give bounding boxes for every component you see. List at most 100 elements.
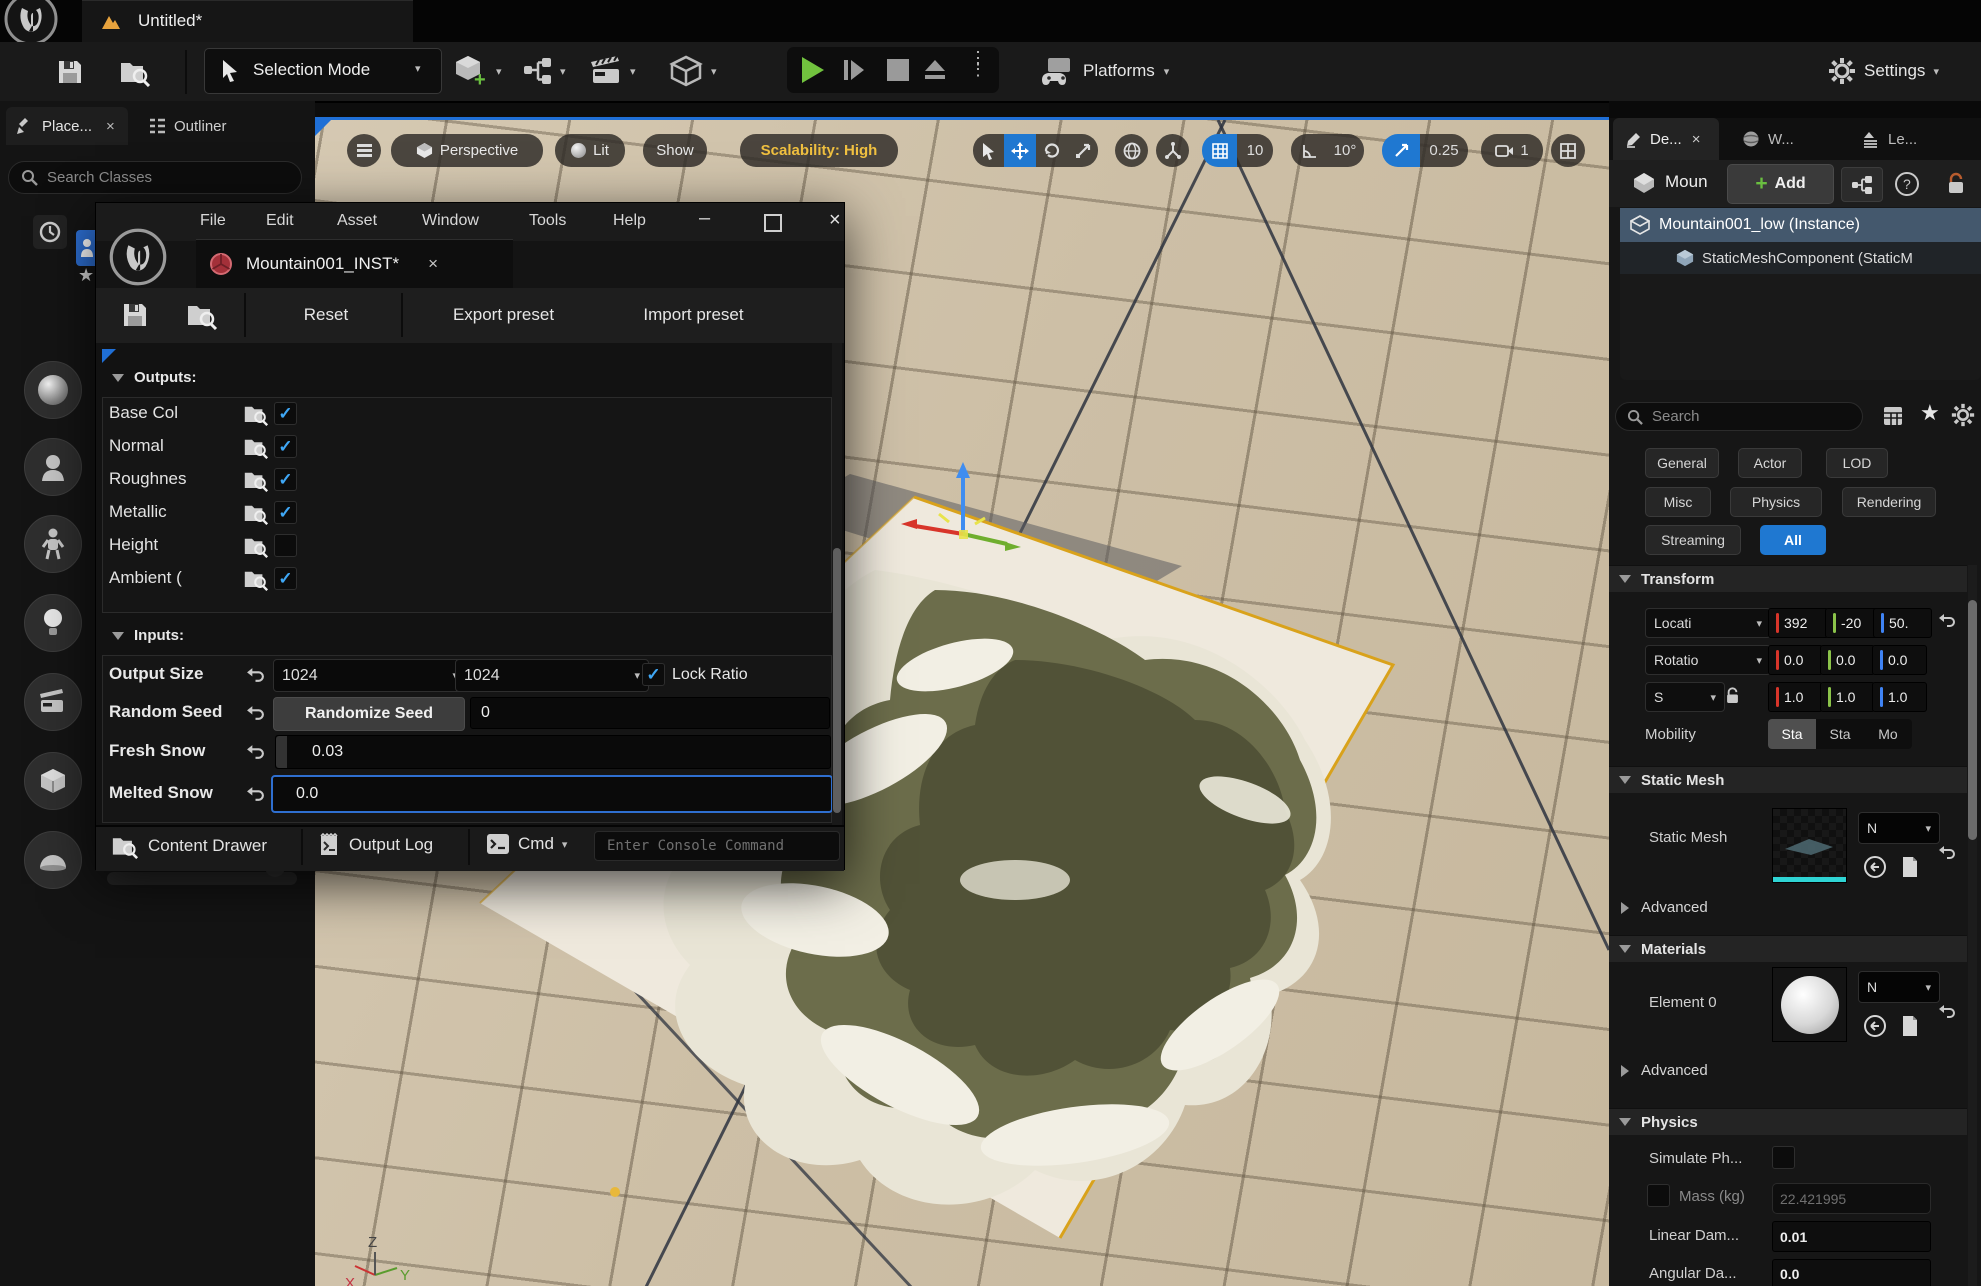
reset-button[interactable]: Reset (256, 293, 396, 337)
minimize-icon[interactable]: – (699, 207, 710, 230)
category-volumes-icon[interactable] (24, 831, 82, 889)
filter-lod[interactable]: LOD (1826, 448, 1888, 478)
mass-override-checkbox[interactable] (1647, 1184, 1670, 1207)
scale-z-field[interactable]: 1.0 (1872, 682, 1927, 712)
reset-static-mesh-icon[interactable] (1935, 841, 1959, 865)
save-button[interactable] (52, 54, 88, 90)
transform-section-header[interactable]: Transform (1609, 565, 1967, 592)
folder-search-icon[interactable] (242, 401, 270, 427)
console-command-input[interactable]: Enter Console Command (594, 831, 840, 861)
tab-details[interactable]: De... × (1613, 118, 1719, 160)
source-control-browse-button[interactable] (115, 54, 155, 90)
location-y-field[interactable]: -20 (1825, 608, 1878, 638)
menu-tools[interactable]: Tools (529, 212, 566, 230)
menu-asset[interactable]: Asset (337, 212, 377, 230)
static-mesh-section-header[interactable]: Static Mesh (1609, 766, 1967, 793)
material-asset-dropdown[interactable]: N▾ (1858, 971, 1940, 1003)
viewport-options-menu[interactable] (347, 134, 381, 167)
mobility-movable-button[interactable]: Mo (1864, 719, 1912, 749)
folder-search-icon[interactable] (242, 434, 270, 460)
platforms-dropdown[interactable]: Platforms ▾ (1040, 52, 1190, 90)
slider-handle[interactable] (276, 736, 287, 768)
fresh-snow-field[interactable]: 0.03 (275, 735, 831, 769)
blueprints-dropdown[interactable]: ▾ (522, 52, 586, 90)
static-mesh-advanced-toggle[interactable]: Advanced (1621, 899, 1708, 916)
tool-save-button[interactable] (116, 297, 154, 333)
stop-button[interactable] (885, 58, 911, 82)
filter-general[interactable]: General (1645, 448, 1719, 478)
details-scrollbar-thumb[interactable] (1968, 600, 1977, 840)
tool-browse-button[interactable] (182, 297, 222, 333)
reset-location-icon[interactable] (1935, 609, 1959, 633)
material-thumbnail[interactable] (1772, 967, 1847, 1042)
rotation-z-field[interactable]: 0.0 (1872, 645, 1927, 675)
melted-snow-field[interactable]: 0.0 (271, 775, 833, 813)
folder-search-icon[interactable] (242, 467, 270, 493)
eject-button[interactable] (921, 56, 949, 84)
mobility-stationary-button[interactable]: Sta (1816, 719, 1864, 749)
filter-actor[interactable]: Actor (1738, 448, 1802, 478)
play-button[interactable] (797, 54, 829, 86)
angular-damping-field[interactable]: 0.0 (1772, 1259, 1931, 1286)
close-window-icon[interactable]: × (829, 209, 841, 232)
move-tool-button[interactable] (1004, 134, 1036, 167)
scalability-badge[interactable]: Scalability: High (740, 134, 898, 167)
angle-snap-value[interactable]: 10° (1326, 134, 1364, 167)
materials-advanced-toggle[interactable]: Advanced (1621, 1062, 1708, 1079)
physics-section-header[interactable]: Physics (1609, 1108, 1967, 1135)
tree-row-component[interactable]: StaticMeshComponent (StaticM (1620, 242, 1981, 274)
lock-ratio-checkbox[interactable]: ✓ (642, 663, 665, 686)
mass-field[interactable]: 22.421995 (1772, 1183, 1931, 1214)
category-lights-icon[interactable] (24, 594, 82, 652)
static-mesh-thumbnail[interactable] (1772, 808, 1847, 883)
menu-file[interactable]: File (200, 212, 226, 230)
angle-snap-toggle[interactable] (1291, 134, 1326, 167)
tab-world-settings[interactable]: W... (1730, 118, 1820, 160)
output-checkbox[interactable]: ✓ (274, 468, 297, 491)
frame-skip-button[interactable] (839, 56, 869, 84)
tab-outliner[interactable]: Outliner (140, 107, 260, 145)
help-icon[interactable]: ? (1890, 167, 1923, 200)
menu-edit[interactable]: Edit (266, 212, 294, 230)
lock-icon[interactable] (1939, 167, 1972, 200)
tool-scrollbar-thumb[interactable] (833, 548, 841, 813)
filter-streaming[interactable]: Streaming (1645, 525, 1741, 555)
randomize-seed-button[interactable]: Randomize Seed (273, 697, 465, 731)
scale-lock-icon[interactable] (1719, 682, 1745, 710)
folder-search-icon[interactable] (242, 533, 270, 559)
world-local-toggle[interactable] (1115, 134, 1148, 167)
surface-snap-button[interactable] (1156, 134, 1189, 167)
browse-to-material-icon[interactable] (1897, 1012, 1923, 1040)
asset-tab[interactable]: Mountain001_INST* × (196, 239, 513, 288)
scale-y-field[interactable]: 1.0 (1820, 682, 1875, 712)
grid-snap-value[interactable]: 10 (1237, 134, 1273, 167)
close-icon[interactable]: × (106, 118, 115, 135)
close-icon[interactable]: × (1692, 131, 1701, 148)
perspective-dropdown[interactable]: Perspective (391, 134, 543, 167)
add-component-button[interactable]: + Add (1727, 164, 1834, 204)
inputs-header[interactable]: Inputs: (112, 627, 184, 644)
output-height-dropdown[interactable]: 1024▾ (455, 659, 649, 692)
output-checkbox[interactable]: ✓ (274, 402, 297, 425)
menu-window[interactable]: Window (422, 212, 479, 230)
static-mesh-asset-dropdown[interactable]: N▾ (1858, 812, 1940, 844)
output-checkbox[interactable]: ✓ (274, 501, 297, 524)
reset-output-size-icon[interactable] (243, 663, 267, 687)
selection-mode-dropdown[interactable]: Selection Mode ▾ (204, 48, 442, 94)
cmd-dropdown[interactable]: Cmd ▾ (486, 833, 567, 855)
category-basic-icon[interactable] (24, 361, 82, 419)
add-actor-dropdown[interactable]: + ▾ (452, 52, 518, 90)
category-shapes-icon[interactable] (24, 752, 82, 810)
outputs-header[interactable]: Outputs: (112, 369, 196, 386)
grid-snap-toggle[interactable] (1202, 134, 1237, 167)
category-bust-icon[interactable] (24, 438, 82, 496)
random-seed-field[interactable]: 0 (470, 697, 830, 729)
content-drawer-button[interactable]: Content Drawer (111, 833, 267, 859)
project-launcher-dropdown[interactable]: ▾ (668, 52, 736, 90)
output-log-button[interactable]: Output Log (318, 833, 433, 857)
scale-dropdown[interactable]: S▾ (1645, 682, 1725, 712)
reset-melted-snow-icon[interactable] (243, 782, 267, 806)
details-settings-gear-icon[interactable] (1949, 401, 1977, 429)
rotation-x-field[interactable]: 0.0 (1768, 645, 1823, 675)
output-width-dropdown[interactable]: 1024▾ (273, 659, 467, 692)
